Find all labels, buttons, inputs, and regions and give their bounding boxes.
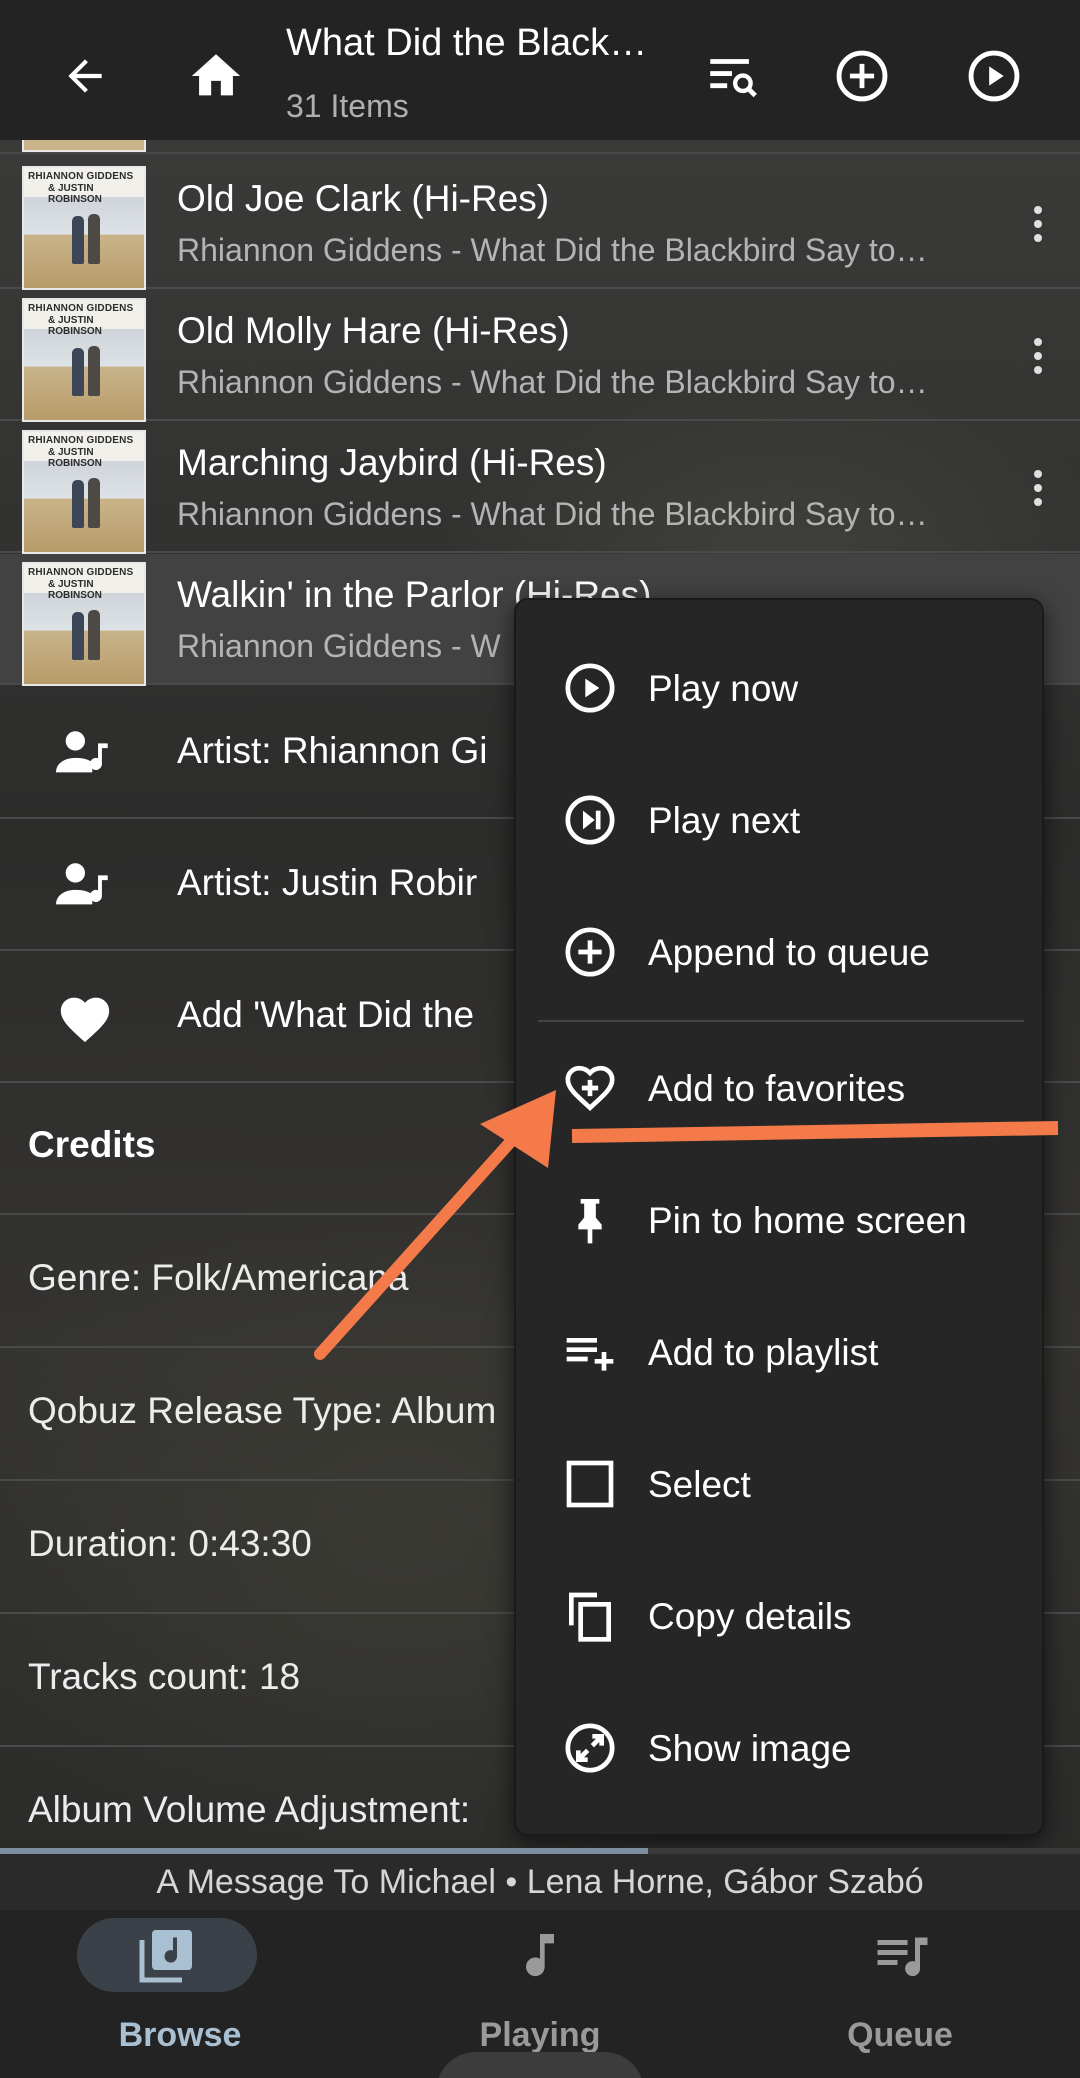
artist-label: Artist: Rhiannon Gi [177,730,488,771]
menu-item-append-queue[interactable]: Append to queue [516,886,1046,1018]
menu-item-add-favorites[interactable]: Add to favorites [516,1022,1046,1154]
menu-item-show-image[interactable]: Show image [516,1682,1046,1814]
add-circle-icon [562,924,618,980]
album-thumbnail: RHIANNON GIDDENS & JUSTIN ROBINSON [22,562,146,686]
pin-icon [562,1192,618,1248]
more-vert-icon[interactable] [1018,320,1058,392]
play-circle-icon [562,660,618,716]
menu-item-pin-home[interactable]: Pin to home screen [516,1154,1046,1286]
nav-icon-container [810,1918,990,1992]
track-subtitle: Rhiannon Giddens - What Did the Blackbir… [177,232,928,268]
artist-label: Artist: Justin Robir [177,862,478,903]
track-subtitle: Rhiannon Giddens - W [177,628,501,664]
home-icon[interactable] [166,26,266,126]
menu-item-play-next[interactable]: Play next [516,754,1046,886]
tracks-count-label: Tracks count: 18 [28,1656,301,1697]
app-bar: What Did the Black… 31 Items [0,0,1080,140]
gesture-handle[interactable] [436,2052,644,2078]
duration-label: Duration: 0:43:30 [28,1523,312,1564]
nav-browse[interactable]: Browse [0,1910,360,2078]
more-vert-icon[interactable] [1018,452,1058,524]
album-thumbnail: RHIANNON GIDDENS & JUSTIN ROBINSON [22,166,146,290]
album-thumbnail: RHIANNON GIDDENS & JUSTIN ROBINSON [22,298,146,422]
filter-search-icon[interactable] [682,26,782,126]
nav-label: Playing [479,2016,601,2054]
menu-item-select[interactable]: Select [516,1418,1046,1550]
menu-item-label: Play next [648,800,801,841]
play-circle-icon[interactable] [944,26,1044,126]
menu-item-label: Append to queue [648,932,930,973]
nav-label: Queue [847,2016,953,2054]
skip-next-circle-icon [562,792,618,848]
album-icon [139,1930,192,1983]
release-type-label: Qobuz Release Type: Album [28,1390,497,1431]
copy-icon [562,1588,618,1644]
menu-item-label: Show image [648,1728,852,1769]
heart-icon [50,982,120,1052]
back-arrow-icon[interactable] [35,26,135,126]
add-favorite-label: Add 'What Did the [177,994,475,1035]
checkbox-icon [562,1456,618,1512]
track-subtitle: Rhiannon Giddens - What Did the Blackbir… [177,496,928,532]
menu-item-label: Pin to home screen [648,1200,967,1241]
track-subtitle: Rhiannon Giddens - What Did the Blackbir… [177,364,928,400]
menu-item-add-playlist[interactable]: Add to playlist [516,1286,1046,1418]
nav-label: Browse [118,2016,242,2054]
now-playing-text[interactable]: A Message To Michael • Lena Horne, Gábor… [0,1854,1080,1910]
queue-music-icon [877,1937,928,1977]
page-title: What Did the Black… [286,22,648,64]
nav-queue[interactable]: Queue [720,1910,1080,2078]
track-title: Marching Jaybird (Hi-Res) [177,442,607,483]
add-circle-icon[interactable] [812,26,912,126]
menu-item-label: Add to favorites [648,1068,906,1109]
album-thumbnail: RHIANNON GIDDENS & JUSTIN ROBINSON [22,430,146,554]
heart-plus-icon [562,1060,618,1116]
artist-music-icon [50,850,120,920]
more-vert-icon[interactable] [1018,188,1058,260]
artist-music-icon [50,718,120,788]
track-row[interactable]: RHIANNON GIDDENS & JUSTIN ROBINSON March… [0,422,1080,554]
menu-item-label: Add to playlist [648,1332,879,1373]
credits-heading: Credits [28,1124,156,1165]
track-row[interactable]: RHIANNON GIDDENS & JUSTIN ROBINSON Old J… [0,158,1080,290]
genre-label: Genre: Folk/Americana [28,1257,409,1298]
context-menu: Play now Play next Append to queue Add t… [514,598,1044,1836]
menu-item-copy-details[interactable]: Copy details [516,1550,1046,1682]
menu-item-label: Copy details [648,1596,852,1637]
item-count: 31 Items [286,88,409,124]
album-thumbnail [22,140,146,152]
volume-adjustment-label: Album Volume Adjustment: [28,1789,471,1830]
playlist-add-icon [562,1324,618,1380]
menu-item-label: Play now [648,668,799,709]
music-note-icon [526,1934,554,1977]
menu-item-label: Select [648,1464,751,1505]
track-title: Old Joe Clark (Hi-Res) [177,178,550,219]
nav-active-indicator [77,1918,257,1992]
list-item [0,140,1080,154]
menu-item-play-now[interactable]: Play now [516,622,1046,754]
nav-icon-container [450,1918,630,1992]
track-title: Old Molly Hare (Hi-Res) [177,310,570,351]
track-row[interactable]: RHIANNON GIDDENS & JUSTIN ROBINSON Old M… [0,290,1080,422]
expand-image-icon [562,1720,618,1776]
